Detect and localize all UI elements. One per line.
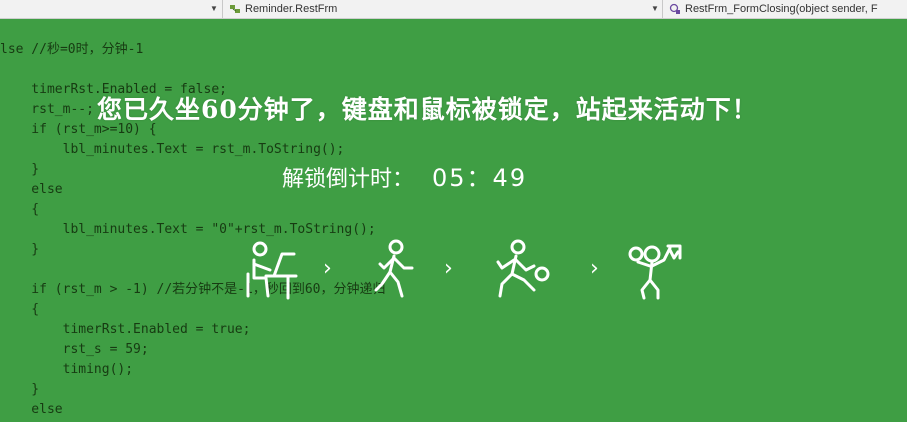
walking-person-icon bbox=[374, 239, 414, 298]
member-dropdown-value: RestFrm_FormClosing(object sender, F bbox=[685, 3, 878, 15]
unlock-countdown: 解锁倒计时： 05：49 bbox=[282, 158, 527, 194]
code-line: } bbox=[0, 162, 40, 177]
class-dropdown[interactable]: Reminder.RestFrm ▼ bbox=[222, 0, 662, 18]
basketball-player-icon bbox=[628, 244, 682, 300]
countdown-time: 05：49 bbox=[432, 164, 528, 192]
class-dropdown-value: Reminder.RestFrm bbox=[245, 3, 338, 15]
chevron-down-icon: ▼ bbox=[651, 4, 659, 13]
editor-navigation-bar: ▼ Reminder.RestFrm ▼ RestFrm_FormClosing… bbox=[0, 0, 907, 19]
code-line: lse //秒=0时，分钟-1 bbox=[0, 42, 144, 57]
code-editor[interactable]: lse //秒=0时，分钟-1 timerRst.Enabled = false… bbox=[0, 18, 907, 422]
countdown-label: 解锁倒计时： bbox=[282, 167, 415, 192]
project-dropdown[interactable]: ▼ bbox=[0, 0, 222, 18]
code-line: rst_m--; bbox=[0, 102, 94, 117]
class-icon bbox=[230, 5, 240, 13]
member-dropdown[interactable]: RestFrm_FormClosing(object sender, F bbox=[662, 0, 907, 18]
person-at-desk-icon bbox=[246, 241, 298, 300]
code-line: lbl_minutes.Text = "0"+rst_m.ToString(); bbox=[0, 222, 376, 237]
code-line: timerRst.Enabled = true; bbox=[0, 322, 251, 337]
activity-icons: › › › bbox=[0, 238, 907, 308]
ball-kicking-person-icon bbox=[496, 239, 550, 298]
method-icon bbox=[669, 3, 680, 14]
code-line: lbl_minutes.Text = rst_m.ToString(); bbox=[0, 142, 345, 157]
chevron-right-icon: › bbox=[444, 256, 453, 281]
chevron-down-icon: ▼ bbox=[210, 4, 218, 13]
code-line: timing(); bbox=[0, 362, 134, 377]
chevron-right-icon: › bbox=[323, 256, 332, 281]
code-line: } bbox=[0, 382, 40, 397]
lock-message: 您已久坐60分钟了，键盘和鼠标被锁定，站起来活动下！ bbox=[97, 95, 758, 124]
chevron-right-icon: › bbox=[590, 256, 599, 281]
code-line: else bbox=[0, 182, 63, 197]
code-line: else bbox=[0, 402, 63, 417]
code-line: { bbox=[0, 202, 40, 217]
code-line: rst_s = 59; bbox=[0, 342, 149, 357]
